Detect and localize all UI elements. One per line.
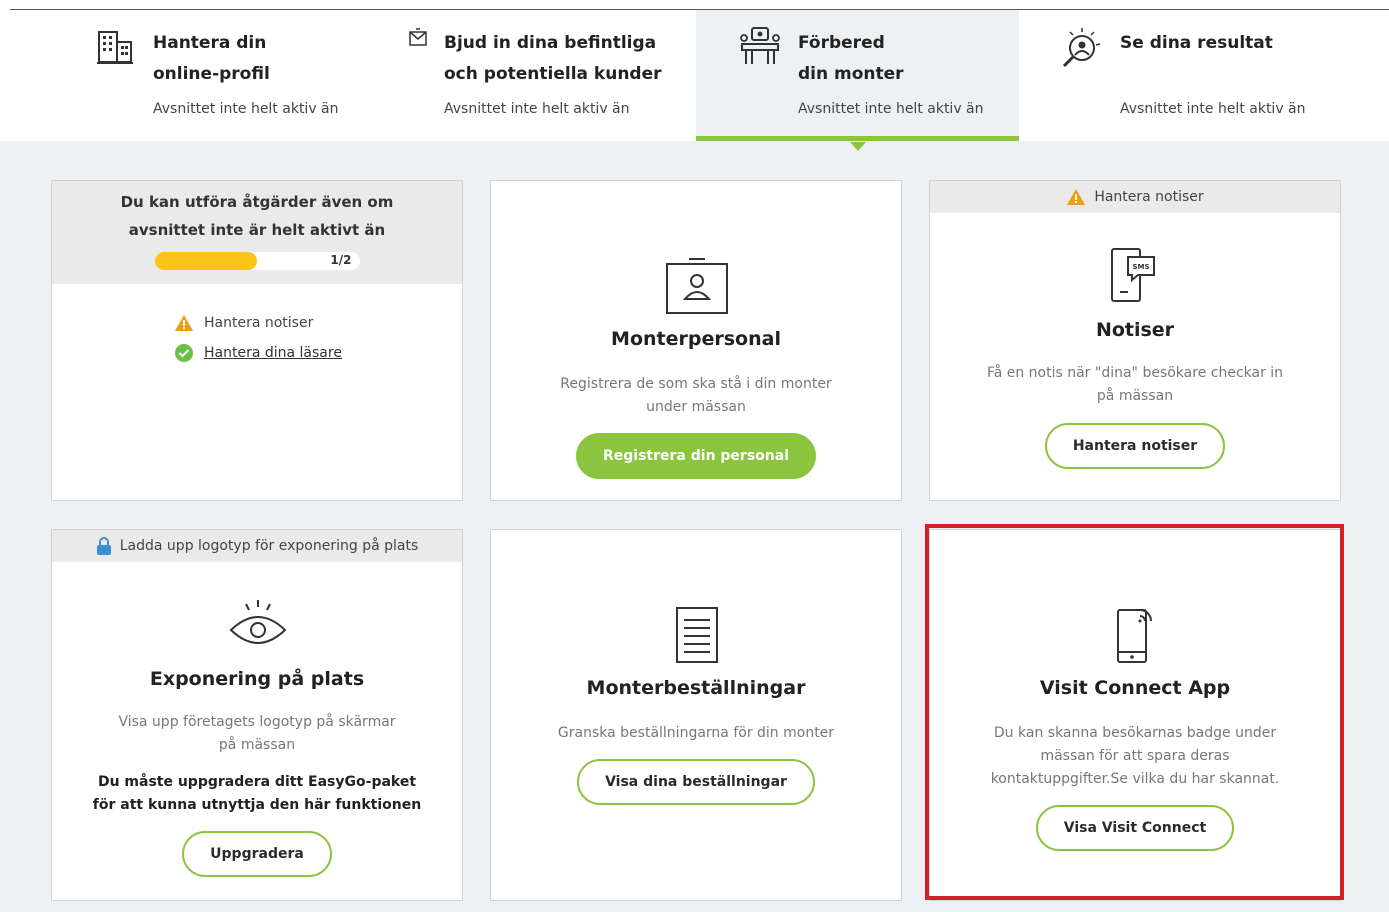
visit-connect-card: Visit Connect App Du kan skanna besökarn… (929, 529, 1341, 901)
hantera-lasare-link[interactable]: Hantera dina läsare (204, 345, 342, 361)
exponering-card-header: Ladda upp logotyp för exponering på plat… (52, 530, 462, 562)
step-status: Avsnittet inte helt aktiv än (153, 101, 339, 117)
monterpersonal-card: Monterpersonal Registrera de som ska stå… (490, 180, 902, 501)
status-label: Hantera notiser (204, 315, 314, 331)
envelope-icon (409, 28, 427, 46)
step-status: Avsnittet inte helt aktiv än (444, 101, 630, 117)
status-lasare[interactable]: Hantera dina läsare (174, 338, 342, 368)
registrera-personal-button[interactable]: Registrera din personal (576, 433, 816, 479)
step-title: Förbered din monter (798, 33, 904, 84)
id-badge-icon (666, 258, 728, 314)
card-title: Monterbeställningar (586, 677, 806, 699)
card-description: Du kan skanna besökarnas badge under mäs… (990, 725, 1280, 787)
warning-icon (1067, 189, 1086, 205)
card-description: Få en notis när "dina" besökare checkar … (986, 365, 1284, 404)
uppgradera-button[interactable]: Uppgradera (182, 831, 332, 877)
step-invite[interactable]: Bjud in dina befintliga och potentiella k… (396, 10, 696, 141)
active-step-caret (849, 142, 866, 151)
status-notiser: Hantera notiser (174, 308, 342, 338)
exponering-card: Ladda upp logotyp för exponering på plat… (51, 529, 463, 901)
summary-card: Du kan utföra åtgärder även om avsnittet… (51, 180, 463, 501)
booth-icon (740, 27, 780, 64)
eye-icon (229, 600, 287, 644)
magnifier-people-icon (1062, 28, 1101, 68)
phone-sms-icon: SMS (1111, 248, 1155, 302)
summary-header: Du kan utföra åtgärder även om avsnittet… (52, 181, 462, 284)
step-results[interactable]: Se dina resultat Avsnittet inte helt akt… (1040, 10, 1380, 141)
step-title: Bjud in dina befintliga och potentiella k… (444, 33, 662, 84)
lock-icon (96, 537, 111, 555)
document-icon (676, 607, 718, 663)
progress-fill (154, 252, 257, 270)
visa-visit-connect-button[interactable]: Visa Visit Connect (1035, 805, 1235, 851)
step-title: Hantera din online-profil (153, 33, 270, 84)
monterbestallningar-card: Monterbeställningar Granska beställninga… (490, 529, 902, 901)
sms-label: SMS (1132, 263, 1149, 271)
step-title: Se dina resultat (1120, 33, 1273, 53)
check-circle-icon (175, 344, 193, 362)
notiser-card-header: Hantera notiser (930, 181, 1340, 213)
upgrade-notice: Du måste uppgradera ditt EasyGo-paket fö… (92, 774, 422, 813)
card-title: Notiser (1095, 319, 1175, 341)
summary-heading: Du kan utföra åtgärder även om avsnittet… (120, 193, 394, 239)
notiser-card: Hantera notiser SMS Notiser Få en notis … (929, 180, 1341, 501)
header-label: Ladda upp logotyp för exponering på plat… (119, 538, 419, 554)
visa-bestallningar-button[interactable]: Visa dina beställningar (577, 759, 815, 805)
card-title: Monterpersonal (611, 328, 781, 350)
building-icon (97, 31, 133, 64)
step-status: Avsnittet inte helt aktiv än (798, 101, 984, 117)
warning-icon (175, 315, 193, 331)
step-profile[interactable]: Hantera din online-profil Avsnittet inte … (80, 10, 380, 141)
phone-wifi-icon (1117, 609, 1152, 663)
card-description: Visa upp företagets logotyp på skärmar p… (118, 714, 396, 753)
progress-bar: 1/2 (154, 252, 360, 270)
steps-nav: Hantera din online-profil Avsnittet inte … (0, 0, 1389, 151)
hantera-notiser-button[interactable]: Hantera notiser (1044, 423, 1226, 469)
step-prepare-booth[interactable]: Förbered din monter Avsnittet inte helt a… (696, 10, 1019, 151)
progress-label: 1/2 (330, 253, 352, 267)
card-title: Exponering på plats (149, 668, 365, 690)
card-description: Granska beställningarna för din monter (557, 725, 835, 741)
card-title: Visit Connect App (1039, 677, 1231, 699)
card-description: Registrera de som ska stå i din monter u… (560, 376, 832, 415)
header-label: Hantera notiser (1094, 189, 1204, 205)
step-status: Avsnittet inte helt aktiv än (1120, 101, 1306, 117)
